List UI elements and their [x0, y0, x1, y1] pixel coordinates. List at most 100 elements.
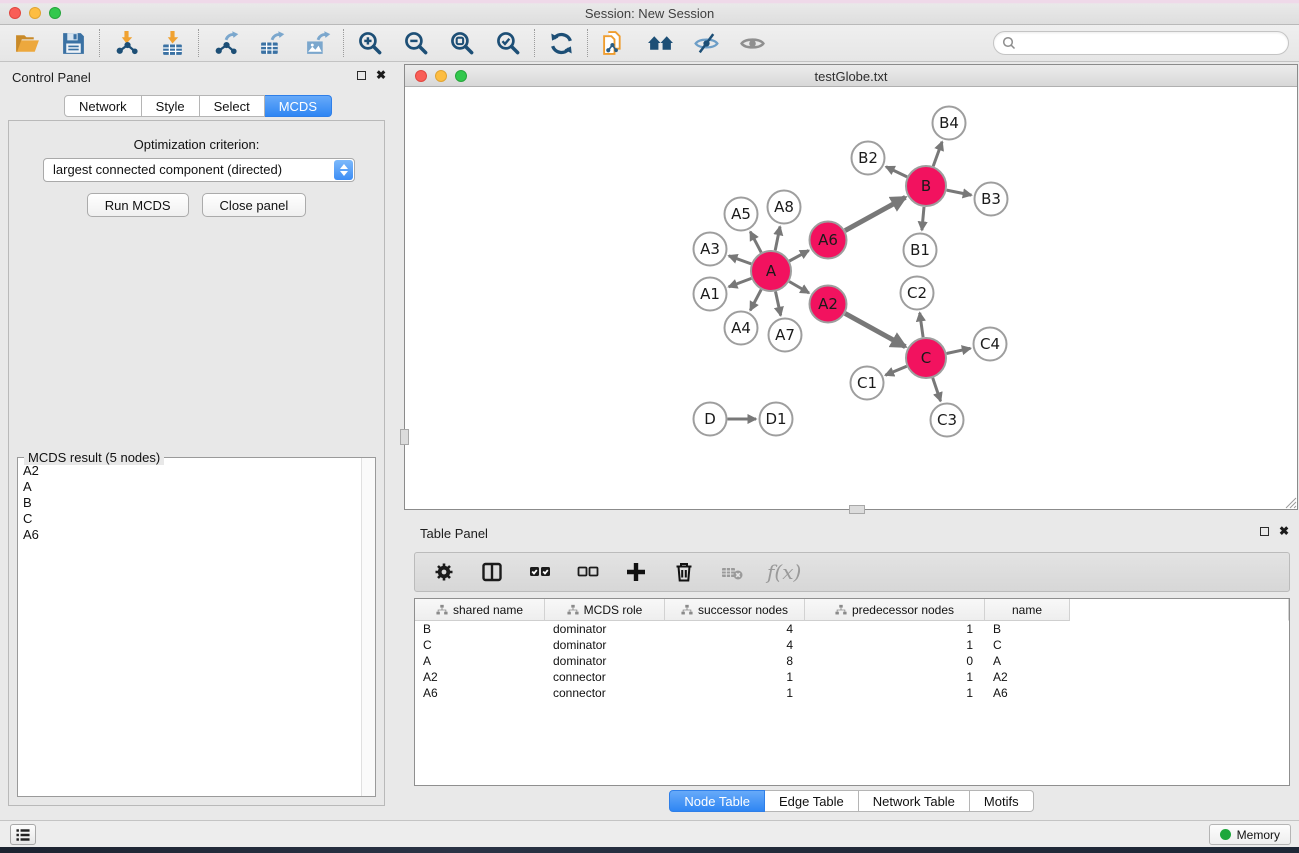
graph-node-C1[interactable]: C1 [851, 367, 884, 400]
graph-edge-A-A6[interactable] [789, 251, 808, 262]
table-close-panel-icon[interactable]: ✖ [1279, 526, 1289, 536]
graph-edge-B-B1[interactable] [922, 207, 924, 230]
zoom-in-icon[interactable] [355, 28, 385, 58]
run-mcds-button[interactable]: Run MCDS [87, 193, 189, 217]
result-item[interactable]: A2 [23, 463, 356, 479]
graph-edge-C-C1[interactable] [885, 366, 906, 375]
table-row[interactable]: Adominator80A [415, 653, 1289, 669]
graph-node-B1[interactable]: B1 [904, 234, 937, 267]
graph-node-A1[interactable]: A1 [694, 278, 727, 311]
tab-select[interactable]: Select [200, 95, 265, 117]
graph-edge-A-A8[interactable] [775, 227, 780, 251]
graph-edge-B-B4[interactable] [933, 142, 942, 167]
network-graph[interactable]: B4 B2 B B3 A8 A5 A6 B1 A3 A C2 A1 A2 A4 A7 C4 C C1 C3 D D1 [405, 88, 1297, 509]
result-item[interactable]: A [23, 479, 356, 495]
function-builder-icon[interactable]: f(x) [767, 559, 801, 585]
criterion-dropdown[interactable]: largest connected component (directed) [43, 158, 355, 182]
hide-panel-icon[interactable] [691, 28, 721, 58]
graph-node-B3[interactable]: B3 [975, 183, 1008, 216]
graph-edge-A-A2[interactable] [789, 282, 809, 294]
graph-node-A7[interactable]: A7 [769, 319, 802, 352]
mcds-result-list[interactable]: A2ABCA6 [19, 461, 360, 795]
graph-node-C3[interactable]: C3 [931, 404, 964, 437]
float-panel-icon[interactable] [357, 71, 366, 80]
result-item[interactable]: A6 [23, 527, 356, 543]
column-header-predecessor-nodes[interactable]: predecessor nodes [805, 599, 985, 621]
column-header-MCDS-role[interactable]: MCDS role [545, 599, 665, 621]
export-image-icon[interactable] [302, 28, 332, 58]
network-canvas[interactable]: B4 B2 B B3 A8 A5 A6 B1 A3 A C2 A1 A2 A4 A7 C4 C C1 C3 D D1 [405, 88, 1297, 509]
save-session-icon[interactable] [58, 28, 88, 58]
network-from-document-icon[interactable] [599, 28, 629, 58]
graph-node-B4[interactable]: B4 [933, 107, 966, 140]
graph-edge-A-A7[interactable] [776, 292, 781, 316]
graph-edge-A-A3[interactable] [729, 256, 751, 264]
graph-node-B2[interactable]: B2 [852, 142, 885, 175]
delete-column-icon[interactable] [671, 559, 697, 585]
tab-edge-table[interactable]: Edge Table [765, 790, 859, 812]
graph-node-D[interactable]: D [694, 403, 727, 436]
graph-node-A5[interactable]: A5 [725, 198, 758, 231]
result-item[interactable]: B [23, 495, 356, 511]
window-resize-grip[interactable] [1281, 493, 1297, 509]
graph-node-C2[interactable]: C2 [901, 277, 934, 310]
zoom-out-icon[interactable] [401, 28, 431, 58]
zoom-selected-icon[interactable] [493, 28, 523, 58]
settings-icon[interactable] [431, 559, 457, 585]
column-header-shared-name[interactable]: shared name [415, 599, 545, 621]
import-network-icon[interactable] [111, 28, 141, 58]
window-edge-grip-left[interactable] [400, 429, 409, 445]
result-item[interactable]: C [23, 511, 356, 527]
refresh-icon[interactable] [546, 28, 576, 58]
graph-edge-A-A4[interactable] [750, 290, 761, 311]
graph-edge-C-C4[interactable] [947, 348, 971, 353]
graph-node-A2[interactable]: A2 [810, 286, 847, 323]
column-header-successor-nodes[interactable]: successor nodes [665, 599, 805, 621]
tab-network-table[interactable]: Network Table [859, 790, 970, 812]
open-session-icon[interactable] [12, 28, 42, 58]
graph-node-A[interactable]: A [751, 251, 791, 291]
graph-edge-A2-C[interactable] [845, 313, 905, 346]
export-network-icon[interactable] [210, 28, 240, 58]
tab-node-table[interactable]: Node Table [669, 790, 765, 812]
table-row[interactable]: A2connector11A2 [415, 669, 1289, 685]
search-input[interactable] [993, 31, 1289, 55]
graph-edge-A-A1[interactable] [729, 278, 752, 287]
tab-motifs[interactable]: Motifs [970, 790, 1034, 812]
graph-edge-B-B2[interactable] [886, 167, 907, 177]
graph-edge-C-C3[interactable] [933, 378, 941, 401]
graph-edge-C-C2[interactable] [920, 313, 923, 337]
table-row[interactable]: Bdominator41B [415, 621, 1289, 637]
graph-edge-A6-B[interactable] [845, 197, 905, 230]
deselect-all-icon[interactable] [575, 559, 601, 585]
tab-network[interactable]: Network [64, 95, 142, 117]
home-icon[interactable] [645, 28, 675, 58]
add-column-icon[interactable] [623, 559, 649, 585]
tab-style[interactable]: Style [142, 95, 200, 117]
close-panel-icon[interactable]: ✖ [376, 70, 386, 80]
graph-node-C4[interactable]: C4 [974, 328, 1007, 361]
zoom-fit-icon[interactable] [447, 28, 477, 58]
export-table-icon[interactable] [256, 28, 286, 58]
select-all-icon[interactable] [527, 559, 553, 585]
task-history-button[interactable] [10, 824, 36, 845]
graph-edge-A-A5[interactable] [750, 232, 761, 253]
graph-node-B[interactable]: B [906, 166, 946, 206]
graph-node-A8[interactable]: A8 [768, 191, 801, 224]
graph-node-A4[interactable]: A4 [725, 312, 758, 345]
column-header-name[interactable]: name [985, 599, 1070, 621]
table-float-panel-icon[interactable] [1260, 527, 1269, 536]
graph-node-D1[interactable]: D1 [760, 403, 793, 436]
graph-node-C[interactable]: C [906, 338, 946, 378]
window-edge-grip-bottom[interactable] [849, 505, 865, 514]
graph-node-A3[interactable]: A3 [694, 233, 727, 266]
graph-node-A6[interactable]: A6 [810, 222, 847, 259]
result-scrollbar[interactable] [361, 458, 375, 796]
close-panel-button[interactable]: Close panel [202, 193, 307, 217]
graph-edge-B-B3[interactable] [947, 190, 972, 195]
tab-mcds[interactable]: MCDS [265, 95, 332, 117]
column-visibility-icon[interactable] [479, 559, 505, 585]
table-row[interactable]: A6connector11A6 [415, 685, 1289, 701]
show-panel-icon[interactable] [737, 28, 767, 58]
delete-table-icon[interactable] [719, 559, 745, 585]
